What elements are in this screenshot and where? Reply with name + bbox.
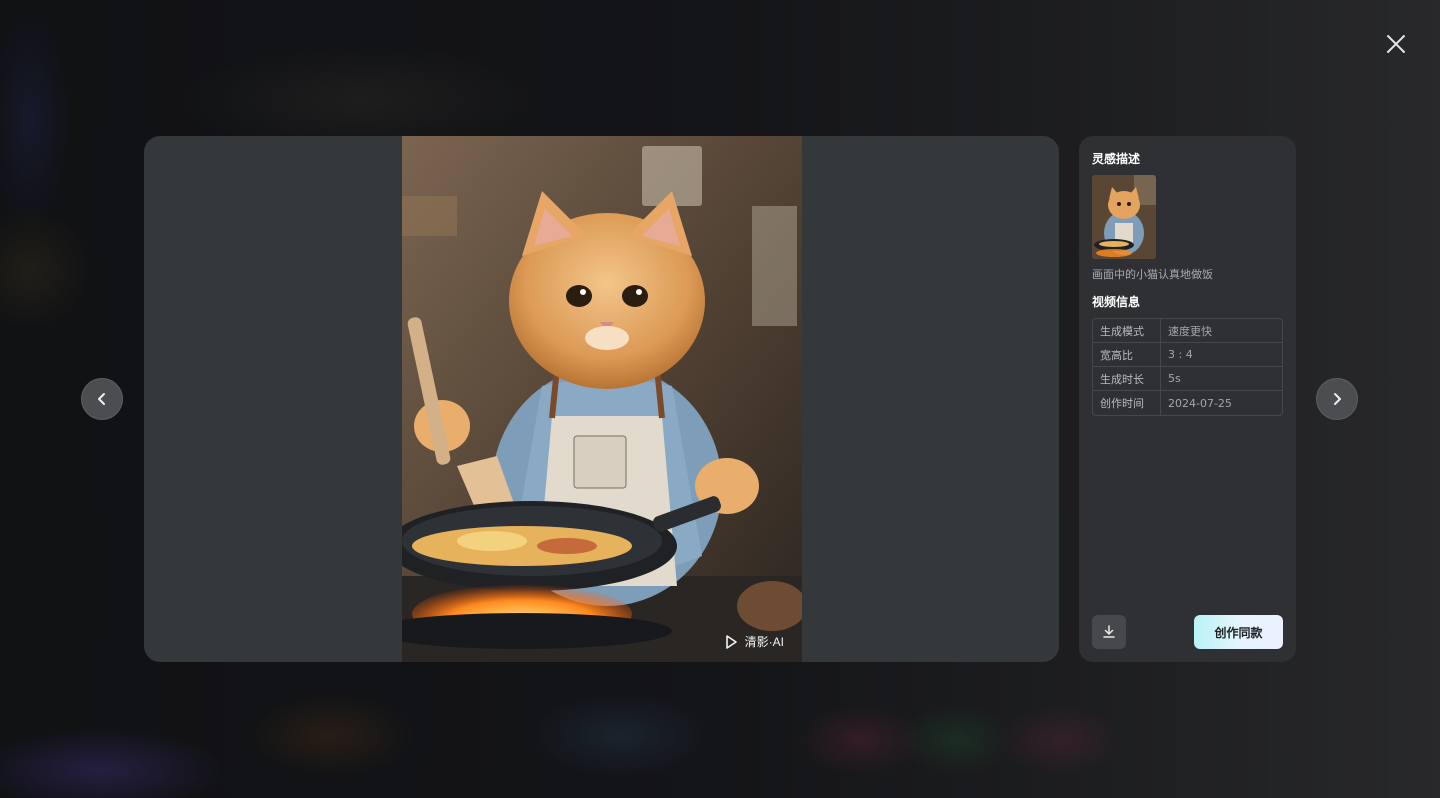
video-info-table: 生成模式 速度更快 宽高比 3 : 4 生成时长 5s 创作时间 2024-07… (1092, 318, 1283, 416)
next-button[interactable] (1316, 378, 1358, 420)
info-value: 2024-07-25 (1168, 396, 1232, 410)
video-info-title: 视频信息 (1092, 295, 1141, 309)
info-label: 生成时长 (1093, 367, 1161, 391)
info-value: 3 : 4 (1161, 343, 1282, 367)
info-row-created-date: 创作时间 2024-07-25 (1093, 391, 1282, 415)
prompt-text: 画面中的小猫认真地做饭 (1092, 268, 1213, 281)
watermark-text: 清影·AI (744, 635, 784, 649)
info-label: 宽高比 (1093, 343, 1161, 367)
chevron-right-icon (1334, 393, 1341, 405)
inspiration-title: 灵感描述 (1092, 152, 1141, 166)
previous-button[interactable] (81, 378, 123, 420)
watermark: 清影·AI (723, 633, 784, 650)
info-row-aspect-ratio: 宽高比 3 : 4 (1093, 343, 1282, 367)
play-logo-icon (725, 634, 737, 649)
thumbnail (1092, 175, 1156, 259)
info-row-mode: 生成模式 速度更快 (1093, 319, 1282, 343)
close-button[interactable] (1380, 28, 1412, 60)
info-value: 5s (1161, 367, 1282, 391)
cat-cooking-illustration (402, 136, 802, 662)
video-preview[interactable]: 清影·AI (402, 136, 802, 662)
info-label: 创作时间 (1093, 391, 1161, 415)
download-button[interactable] (1092, 615, 1126, 649)
info-panel: 灵感描述 画面中的小猫认真地做饭 视频信息 生成模式 速度更快 宽高比 3: … (1079, 136, 1296, 662)
info-value: 速度更快 (1161, 319, 1282, 343)
download-icon (1103, 625, 1115, 638)
create-same-button[interactable]: 创作同款 (1194, 615, 1283, 649)
info-row-duration: 生成时长 5s (1093, 367, 1282, 391)
info-label: 生成模式 (1093, 319, 1161, 343)
thumbnail-image (1092, 175, 1156, 259)
chevron-left-icon (98, 393, 105, 405)
media-viewer: 清影·AI (144, 136, 1059, 662)
close-icon (1387, 35, 1405, 53)
